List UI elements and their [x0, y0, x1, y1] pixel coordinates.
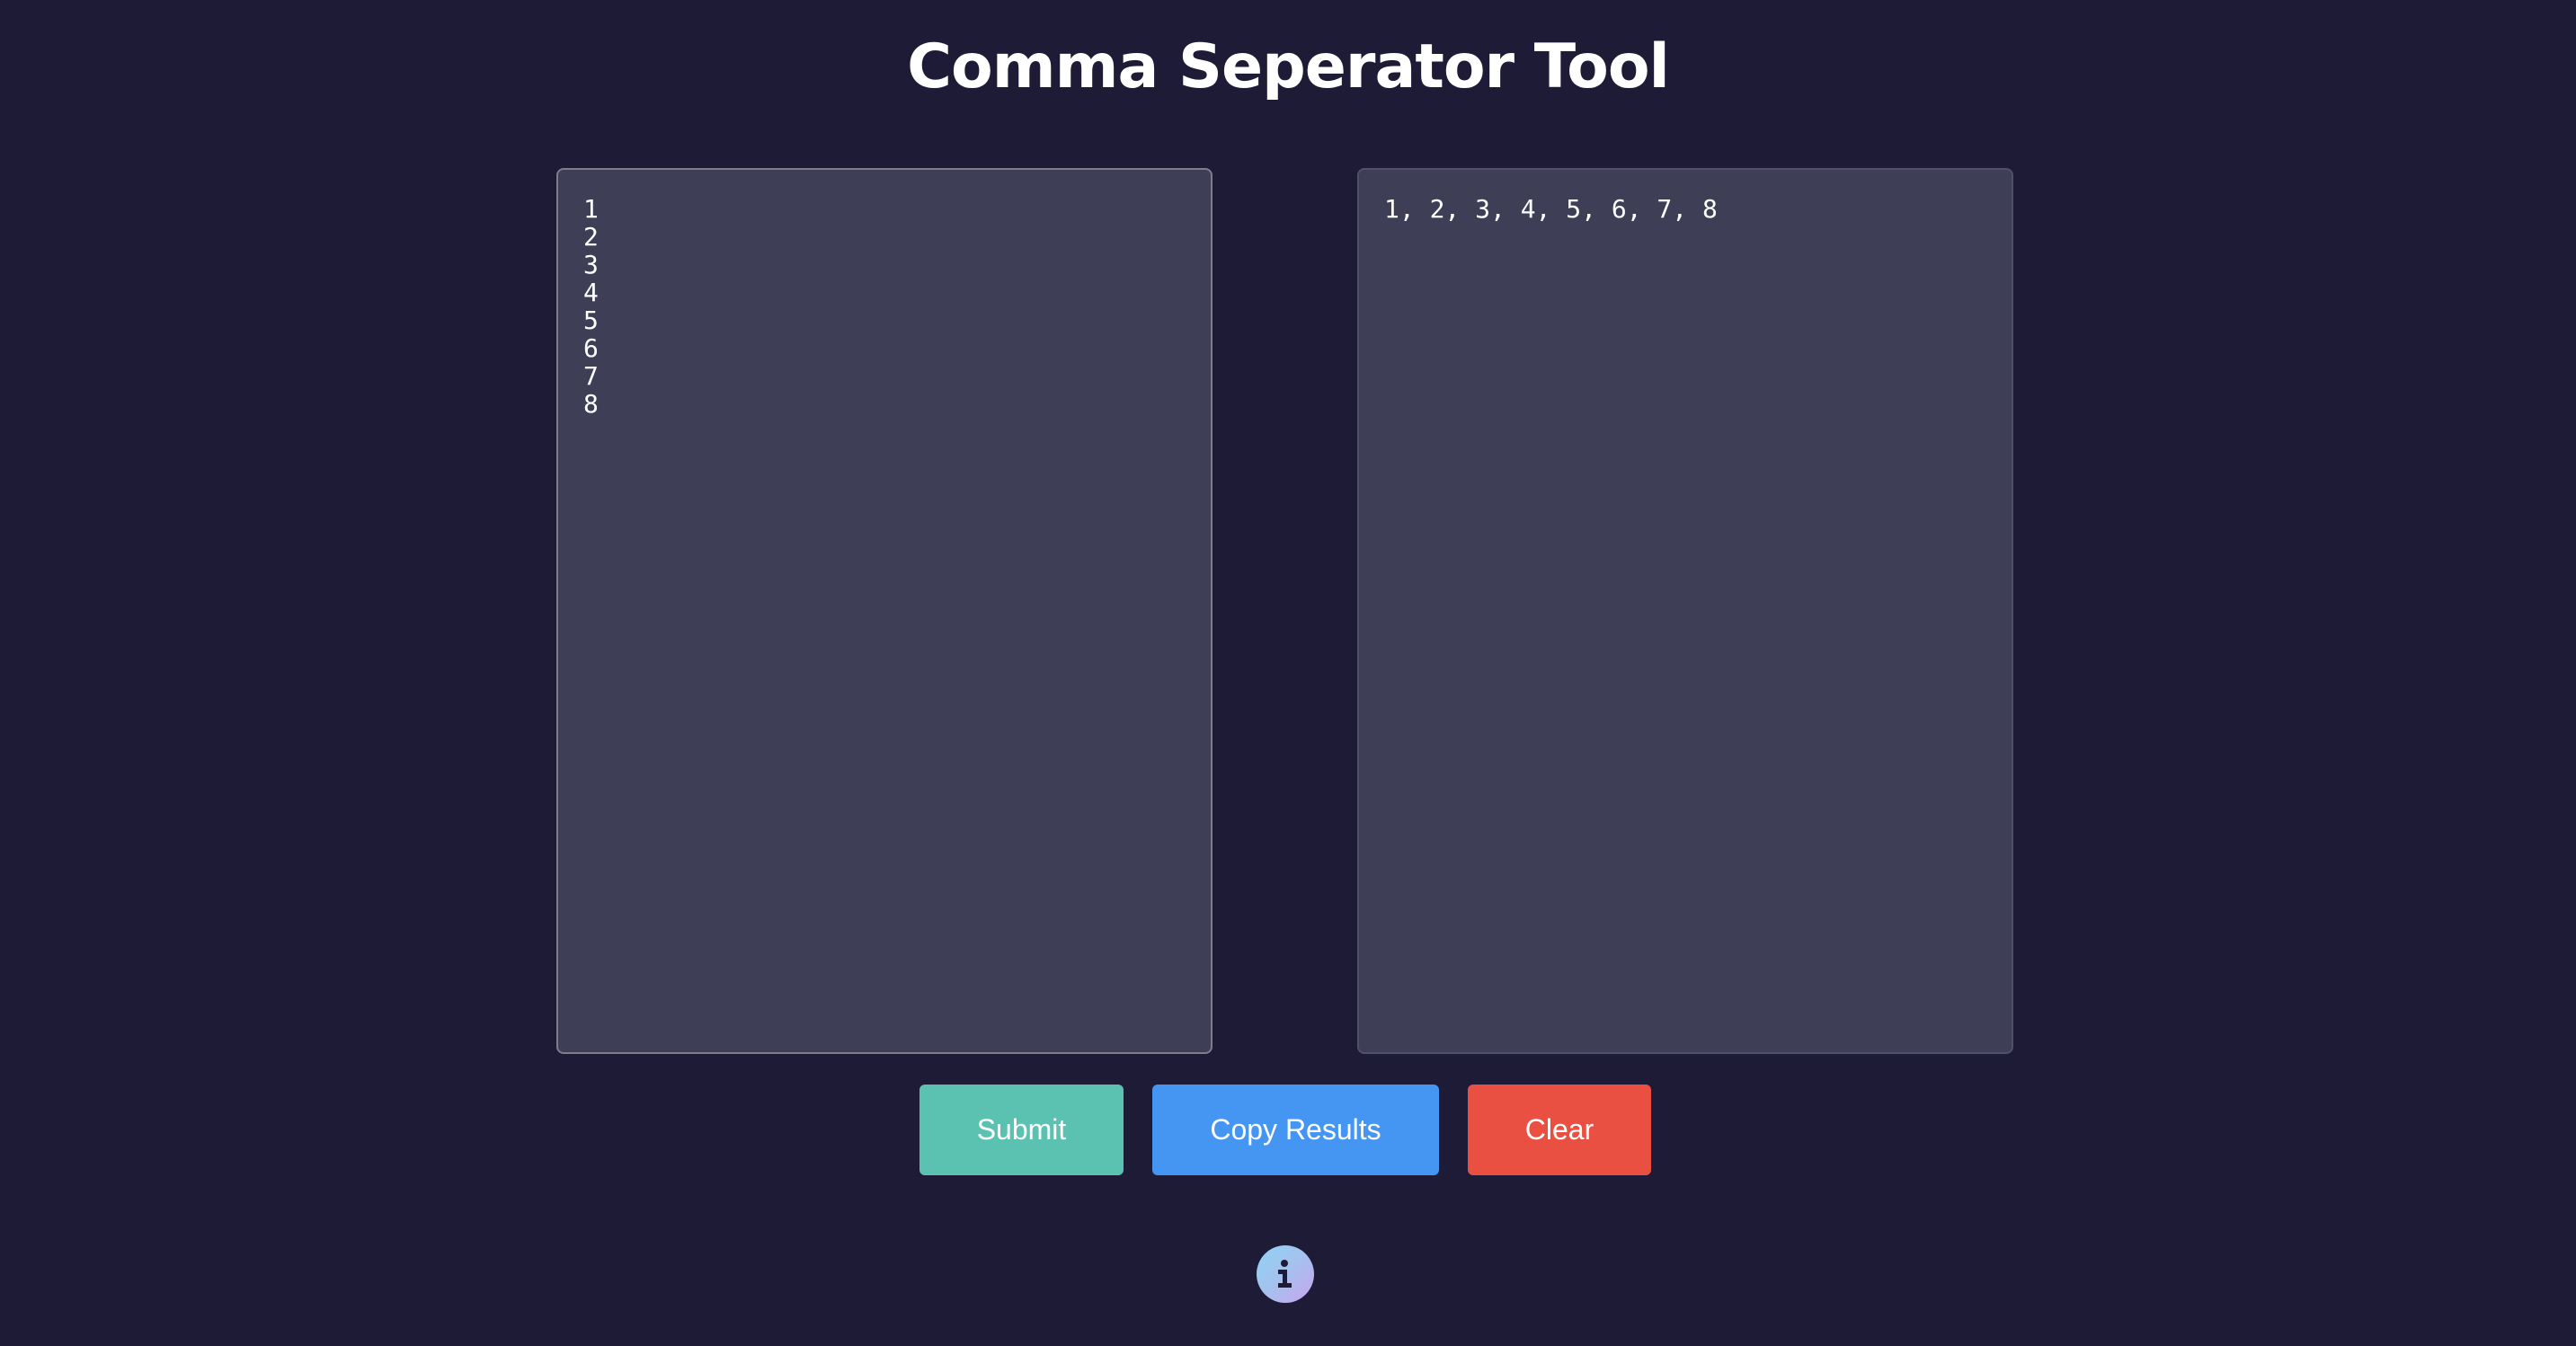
page-title: Comma Seperator Tool [907, 31, 1670, 102]
clear-button[interactable]: Clear [1468, 1085, 1651, 1175]
submit-button[interactable]: Submit [919, 1085, 1124, 1175]
output-box[interactable]: 1, 2, 3, 4, 5, 6, 7, 8 [1357, 168, 2013, 1054]
info-icon [1275, 1259, 1295, 1289]
input-textarea[interactable] [556, 168, 1212, 1054]
copy-results-button[interactable]: Copy Results [1152, 1085, 1439, 1175]
info-button[interactable] [1257, 1245, 1314, 1303]
